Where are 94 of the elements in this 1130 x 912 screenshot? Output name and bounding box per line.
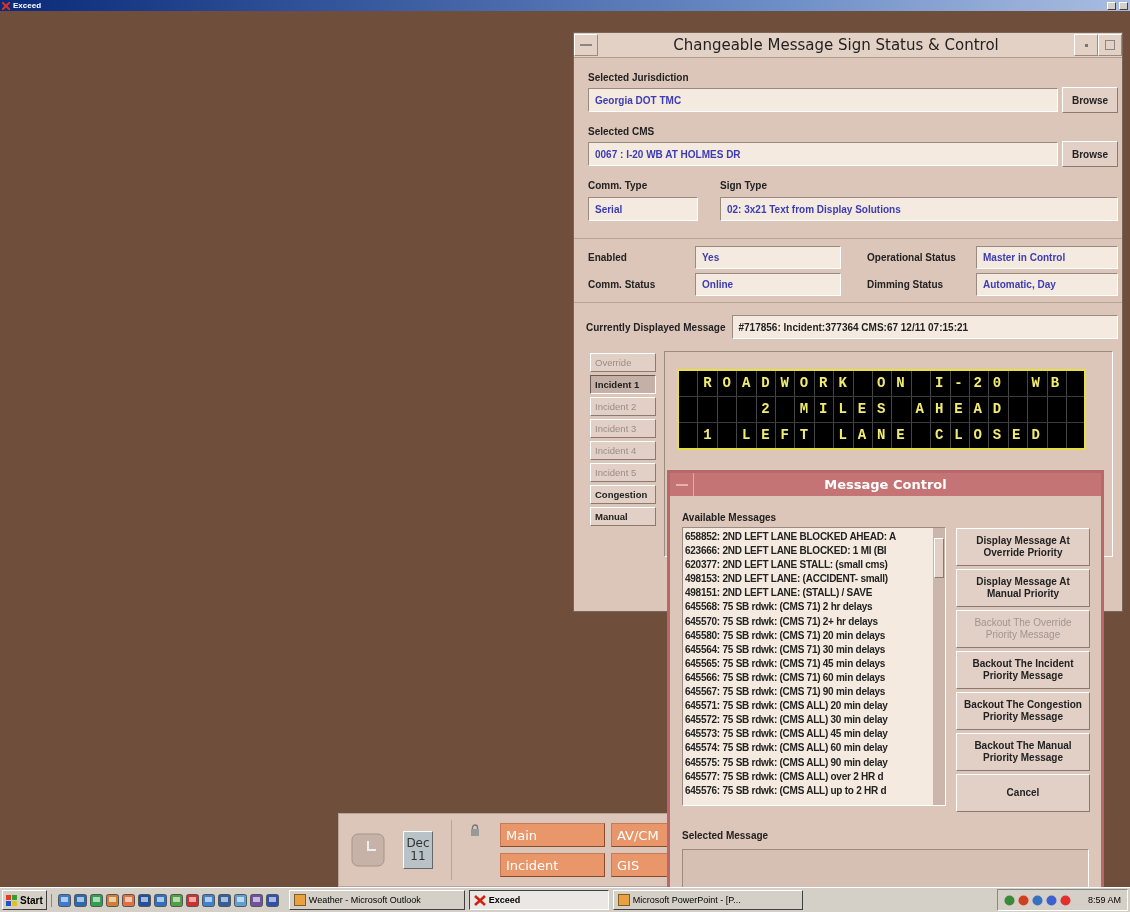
text-field[interactable]: 02: 3x21 Text from Display Solutions xyxy=(720,197,1118,221)
status-field: Online xyxy=(695,273,841,296)
tray-icon[interactable] xyxy=(1003,894,1015,906)
lock-icon xyxy=(470,824,480,836)
list-item[interactable]: 645564: 75 SB rdwk: (CMS 71) 30 min delays xyxy=(685,642,931,657)
list-item[interactable]: 645574: 75 SB rdwk: (CMS ALL) 60 min delay xyxy=(685,741,931,756)
action-button[interactable]: Display Message At Manual Priority xyxy=(956,569,1090,607)
app-icon xyxy=(473,894,486,906)
sign-text: 2 MILES AHEAD xyxy=(679,397,1084,423)
list-item[interactable]: 498151: 2ND LEFT LANE: (STALL) / SAVE xyxy=(685,586,931,601)
start-button[interactable]: Start xyxy=(2,890,47,910)
app-icon[interactable] xyxy=(217,893,231,907)
field-label: Sign Type xyxy=(720,180,769,191)
app-icon[interactable] xyxy=(57,893,71,907)
list-item[interactable]: 645566: 75 SB rdwk: (CMS 71) 60 min delays xyxy=(685,670,931,686)
field-label: Selected Message xyxy=(682,830,770,841)
app-icon[interactable] xyxy=(89,893,103,907)
list-item[interactable]: 645570: 75 SB rdwk: (CMS 71) 2+ hr delays xyxy=(685,614,931,629)
text-field[interactable]: 0067 : I-20 WB AT HOLMES DR xyxy=(588,142,1058,166)
list-item[interactable]: 645567: 75 SB rdwk: (CMS 71) 90 min delays xyxy=(685,685,931,700)
list-item[interactable]: 645572: 75 SB rdwk: (CMS ALL) 30 min delay xyxy=(685,713,931,728)
field-label: Available Messages xyxy=(682,512,778,523)
app-icon[interactable] xyxy=(169,893,183,907)
maximize-button[interactable] xyxy=(1098,34,1122,56)
field-label: Currently Displayed Message xyxy=(586,321,726,333)
app-icon[interactable] xyxy=(249,893,263,907)
dash-icon xyxy=(675,483,688,486)
app-icon xyxy=(293,894,306,906)
list-item[interactable]: 645577: 75 SB rdwk: (CMS ALL) over 2 HR d xyxy=(685,769,931,784)
app-icon[interactable] xyxy=(265,893,279,907)
windows-flag-icon xyxy=(6,894,18,906)
tray-icon[interactable] xyxy=(1031,894,1043,906)
text-field[interactable]: Serial xyxy=(588,197,698,221)
tray-icon[interactable] xyxy=(1045,894,1057,906)
list-item[interactable]: 498153: 2ND LEFT LANE: (ACCIDENT- small) xyxy=(685,572,931,587)
status-field: Yes xyxy=(695,246,841,269)
list-item[interactable]: 645568: 75 SB rdwk: (CMS 71) 2 hr delays xyxy=(685,600,931,615)
app-icon[interactable] xyxy=(233,893,247,907)
list-item[interactable]: 645576: 75 SB rdwk: (CMS ALL) up to 2 HR d xyxy=(685,783,931,798)
action-button[interactable]: Cancel xyxy=(956,774,1090,812)
clock-text: 8:59 AM xyxy=(1087,895,1121,905)
field-label: Selected CMS xyxy=(588,126,656,137)
list-item[interactable]: 645580: 75 SB rdwk: (CMS 71) 20 min delays xyxy=(685,628,931,643)
message-field: #717856: Incident:377364 CMS:67 12/11 07:15:21 xyxy=(731,315,1118,339)
app-icon[interactable] xyxy=(137,893,151,907)
restore-button[interactable] xyxy=(1119,1,1128,10)
list-item[interactable]: 620377: 2ND LEFT LANE STALL: (small cms) xyxy=(685,558,931,573)
field-label: Dimming Status xyxy=(866,279,945,290)
field-label: Comm. Status xyxy=(588,279,657,290)
tray-icon[interactable] xyxy=(1017,894,1029,906)
taskbar-button[interactable]: Exceed xyxy=(468,890,609,910)
field-label: Comm. Type xyxy=(588,180,649,191)
action-button[interactable]: Display Message At Override Priority xyxy=(956,528,1090,566)
minimize-button[interactable] xyxy=(1107,1,1116,10)
dash-icon xyxy=(580,44,592,46)
calendar-button[interactable]: Dec 11 xyxy=(403,831,433,869)
status-field: Master in Control xyxy=(976,246,1118,269)
text-field[interactable]: Georgia DOT TMC xyxy=(588,88,1058,112)
window-title: Changeable Message Sign Status & Control xyxy=(672,36,1000,54)
square-icon xyxy=(1105,40,1115,50)
app-icon xyxy=(617,894,630,906)
action-button[interactable]: Backout The Manual Priority Message xyxy=(956,733,1090,771)
action-button[interactable]: Backout The Congestion Priority Message xyxy=(956,692,1090,730)
priority-button[interactable]: Incident 1 xyxy=(590,375,656,394)
field-label: Operational Status xyxy=(866,252,957,263)
taskbar-button[interactable]: Microsoft PowerPoint - [P... xyxy=(612,890,803,910)
app-icon[interactable] xyxy=(185,893,199,907)
app-icon[interactable] xyxy=(153,893,167,907)
app-icon[interactable] xyxy=(121,893,135,907)
sign-text: ROADWORK ON I-20 WB xyxy=(679,371,1084,397)
status-field: Automatic, Day xyxy=(976,273,1118,296)
list-item[interactable]: 645571: 75 SB rdwk: (CMS ALL) 20 min delay xyxy=(685,699,931,714)
list-item[interactable]: 658852: 2ND LEFT LANE BLOCKED AHEAD: A xyxy=(685,530,931,545)
x-logo-icon xyxy=(2,1,10,10)
list-item[interactable]: 645565: 75 SB rdwk: (CMS 71) 45 min delays xyxy=(685,656,931,671)
dialog-title: Message Control xyxy=(823,477,948,492)
app-icon[interactable] xyxy=(201,893,215,907)
list-item[interactable]: 645573: 75 SB rdwk: (CMS ALL) 45 min delay xyxy=(685,727,931,742)
scrollbar[interactable] xyxy=(933,528,945,805)
app-icon[interactable] xyxy=(105,893,119,907)
priority-button[interactable]: Congestion xyxy=(590,485,656,504)
list-item[interactable]: 623666: 2ND LEFT LANE BLOCKED: 1 MI (BI xyxy=(685,544,931,559)
tray-icon[interactable] xyxy=(1059,894,1071,906)
field-label: Enabled xyxy=(588,252,628,263)
taskbar-button[interactable]: Weather - Microsoft Outlook xyxy=(288,890,465,910)
field-label: Selected Jurisdiction xyxy=(588,72,690,83)
browse-button[interactable]: Browse xyxy=(1062,87,1118,113)
action-button[interactable]: Backout The Incident Priority Message xyxy=(956,651,1090,689)
list-item[interactable]: 645575: 75 SB rdwk: (CMS ALL) 90 min delay xyxy=(685,755,931,770)
app-icon[interactable] xyxy=(73,893,87,907)
priority-button[interactable]: Manual xyxy=(590,507,656,526)
browse-button[interactable]: Browse xyxy=(1062,141,1118,167)
window-title: Exceed xyxy=(13,1,43,10)
message-list[interactable] xyxy=(682,527,946,806)
